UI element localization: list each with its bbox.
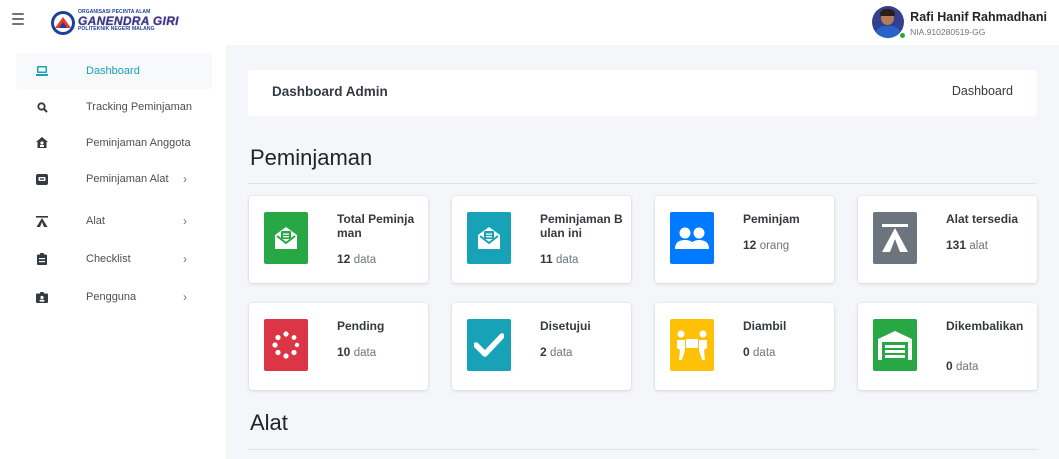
info-card-pending[interactable]: Pending 10 data [249, 303, 428, 390]
search-icon [36, 101, 48, 113]
card-value: 12 orang [743, 238, 790, 252]
sidebar-item-peminjaman-anggota[interactable]: Peminjaman Anggota [16, 125, 212, 161]
card-title: Peminjam [743, 212, 800, 226]
sidebar-item-pengguna[interactable]: Pengguna › [16, 279, 212, 315]
card-title: Alat tersedia [946, 212, 1019, 226]
section-title-peminjaman: Peminjaman [250, 145, 373, 170]
users-icon [670, 212, 714, 264]
sidebar-item-label: Peminjaman Alat [86, 173, 169, 185]
chevron-right-icon: › [183, 290, 187, 304]
breadcrumb[interactable]: Dashboard [952, 84, 1013, 98]
laptop-icon [36, 65, 48, 77]
content-header: Dashboard Admin Dashboard [248, 70, 1037, 116]
tent-icon [873, 212, 917, 264]
page-title: Dashboard Admin [272, 84, 388, 99]
warehouse-icon [873, 319, 917, 371]
sidebar-item-peminjaman-alat[interactable]: Peminjaman Alat › [16, 161, 212, 197]
card-title: Pending [337, 319, 385, 333]
spinner-icon [264, 319, 308, 371]
info-card-peminjam[interactable]: Peminjam 12 orang [655, 196, 834, 283]
envelope-open-icon [467, 212, 511, 264]
logo-emblem-icon [51, 11, 75, 35]
card-title: Disetujui [540, 319, 591, 333]
menu-toggle-icon[interactable] [12, 13, 24, 25]
info-card-alat-tersedia[interactable]: Alat tersedia 131 alat [858, 196, 1037, 283]
chevron-right-icon: › [183, 172, 187, 186]
card-title: Peminjaman Bulan ini [540, 212, 623, 241]
card-value: 10 data [337, 345, 377, 359]
id-badge-icon [36, 291, 48, 303]
sidebar: Dashboard Tracking Peminjaman Peminjaman… [0, 45, 226, 459]
user-nia: NIA.910280519-GG [910, 26, 986, 37]
avatar [872, 6, 907, 40]
sidebar-item-checklist[interactable]: Checklist › [16, 241, 212, 277]
info-card-diambil[interactable]: Diambil 0 data [655, 303, 834, 390]
sidebar-item-label: Tracking Peminjaman [86, 101, 192, 113]
check-icon [467, 319, 511, 371]
card-title: Diambil [743, 319, 787, 333]
top-navbar: ORGANISASI PECINTA ALAM GANENDRA GIRI PO… [0, 0, 1059, 45]
clipboard-icon [36, 253, 48, 265]
sidebar-item-dashboard[interactable]: Dashboard [16, 53, 212, 89]
user-name: Rafi Hanif Rahmadhani [910, 9, 1047, 24]
envelope-open-icon [264, 212, 308, 264]
sidebar-item-label: Alat [86, 215, 105, 227]
sidebar-item-label: Checklist [86, 253, 131, 265]
sidebar-item-label: Dashboard [86, 65, 140, 77]
chevron-right-icon: › [183, 252, 187, 266]
tent-icon [36, 215, 48, 227]
card-title: Dikembalikan [946, 319, 1024, 333]
card-value: 2 data [540, 345, 573, 359]
info-card-total-peminjaman[interactable]: Total Peminjaman 12 data [249, 196, 428, 283]
brand-logo[interactable]: ORGANISASI PECINTA ALAM GANENDRA GIRI PO… [50, 8, 178, 38]
sidebar-item-label: Pengguna [86, 291, 137, 303]
section-divider [248, 183, 1037, 184]
info-card-peminjaman-bulan-ini[interactable]: Peminjaman Bulan ini 11 data [452, 196, 631, 283]
section-divider [248, 449, 1037, 450]
user-menu[interactable]: Rafi Hanif Rahmadhani NIA.910280519-GG [872, 4, 1047, 42]
sidebar-item-label: Peminjaman Anggota [86, 137, 191, 149]
archive-icon [36, 173, 48, 185]
card-value: 12 data [337, 252, 377, 266]
card-value: 0 data [743, 345, 776, 359]
section-title-alat: Alat [250, 410, 288, 435]
info-card-disetujui[interactable]: Disetujui 2 data [452, 303, 631, 390]
sidebar-item-tracking[interactable]: Tracking Peminjaman [16, 89, 212, 125]
people-carry-icon [670, 319, 714, 371]
card-value: 0 data [946, 359, 979, 373]
info-card-dikembalikan[interactable]: Dikembalikan 0 data [858, 303, 1037, 390]
card-value: 11 data [540, 252, 579, 266]
online-status-dot [899, 32, 907, 39]
card-value: 131 alat [946, 238, 988, 252]
card-title: Total Peminjaman [337, 212, 415, 241]
home-user-icon [36, 137, 48, 149]
sidebar-item-alat[interactable]: Alat › [16, 203, 212, 239]
chevron-right-icon: › [183, 214, 187, 228]
